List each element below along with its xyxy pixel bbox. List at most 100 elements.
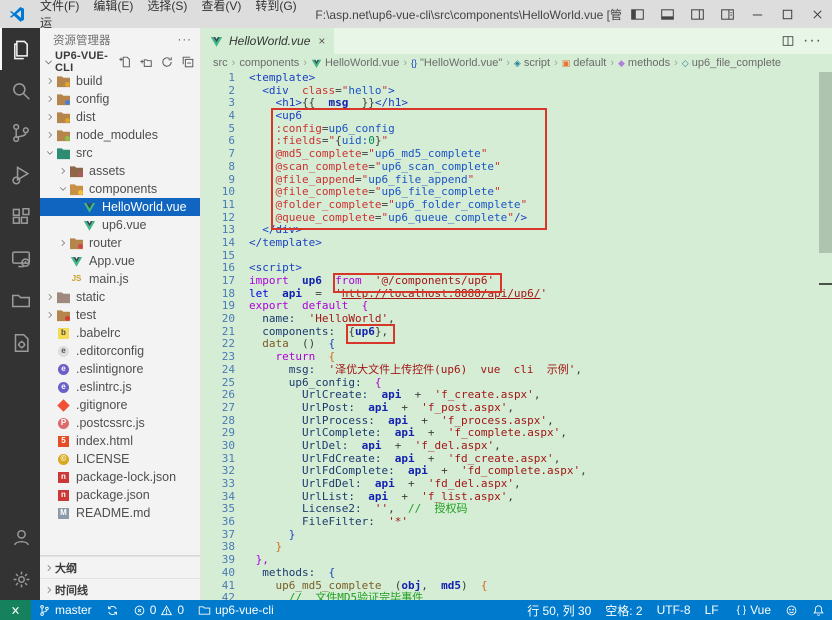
status-notifications[interactable] (805, 600, 832, 620)
tree-item-index.html[interactable]: 5index.html (40, 432, 200, 450)
breadcrumb-separator: › (232, 57, 236, 69)
chevron-right-icon (44, 310, 56, 320)
status-workspace[interactable]: up6-vue-cli (191, 600, 281, 620)
tree-item-dist[interactable]: dist (40, 108, 200, 126)
menu-item-V[interactable]: 查看(V) (194, 0, 248, 13)
breadcrumb-item-components[interactable]: components (239, 57, 299, 69)
tree-item-label: dist (76, 110, 95, 124)
breadcrumb-item-src[interactable]: src (213, 57, 228, 69)
tree-item-package-lock.json[interactable]: npackage-lock.json (40, 468, 200, 486)
workspace-section-header[interactable]: UP6-VUE-CLI (40, 52, 200, 72)
more-button[interactable]: ··· (803, 32, 822, 50)
tree-item-.gitignore[interactable]: .gitignore (40, 396, 200, 414)
layout-panel-button[interactable] (652, 0, 682, 28)
activity-search[interactable] (0, 70, 40, 112)
status-remote-indicator[interactable] (0, 600, 31, 620)
new-file-button[interactable] (117, 54, 133, 70)
split-editor-button[interactable] (781, 34, 795, 48)
tree-item-main.js[interactable]: JSmain.js (40, 270, 200, 288)
collapse-all-button[interactable] (180, 54, 196, 70)
tree-item-.postcssrc.js[interactable]: P.postcssrc.js (40, 414, 200, 432)
tree-item-.eslintrc.js[interactable]: e.eslintrc.js (40, 378, 200, 396)
status-sync[interactable] (99, 600, 126, 620)
panel-大纲[interactable]: 大纲 (40, 556, 200, 578)
tree-item-up6.vue[interactable]: up6.vue (40, 216, 200, 234)
sidebar-more-button[interactable]: ··· (178, 34, 193, 46)
tree-item-node_modules[interactable]: node_modules (40, 126, 200, 144)
status-eol[interactable]: LF (698, 600, 726, 620)
tree-item-App.vue[interactable]: App.vue (40, 252, 200, 270)
breadcrumb-item-up6_file_complete[interactable]: ◇up6_file_complete (682, 57, 781, 69)
minimize-icon (750, 7, 765, 22)
status-language-mode[interactable]: { }Vue (726, 600, 778, 620)
tree-item-LICENSE[interactable]: ©LICENSE (40, 450, 200, 468)
tree-item-build[interactable]: build (40, 72, 200, 90)
code-line-36[interactable]: 36 FileFilter: '*' (201, 516, 832, 529)
close-icon[interactable]: × (318, 34, 325, 48)
activity-folder-library[interactable] (0, 280, 40, 322)
activity-settings[interactable] (0, 558, 40, 600)
activity-run-debug[interactable] (0, 154, 40, 196)
layout-sidebar-left-button[interactable] (622, 0, 652, 28)
code-line-42[interactable]: 42 // 文件MD5验证完毕事件 (201, 592, 832, 600)
menu-item-G[interactable]: 转到(G) (248, 0, 303, 13)
tree-item-.babelrc[interactable]: b.babelrc (40, 324, 200, 342)
tab-helloworld-vue[interactable]: HelloWorld.vue × (201, 28, 334, 54)
breadcrumb-item-HelloWorldvue[interactable]: {}"HelloWorld.vue" (411, 57, 502, 69)
code-line-14[interactable]: 14</template> (201, 237, 832, 250)
layout-sidebar-right-button[interactable] (682, 0, 712, 28)
tree-item-.editorconfig[interactable]: e.editorconfig (40, 342, 200, 360)
layout-customize-button[interactable] (712, 0, 742, 28)
menu-item-E[interactable]: 编辑(E) (86, 0, 140, 13)
maximize-icon (780, 7, 795, 22)
refresh-button[interactable] (159, 54, 175, 70)
tree-item-components[interactable]: components (40, 180, 200, 198)
tree-item-label: up6.vue (102, 218, 146, 232)
tree-item-README.md[interactable]: MREADME.md (40, 504, 200, 522)
breadcrumb-item-HelloWorldvue[interactable]: HelloWorld.vue (311, 57, 399, 69)
status-encoding[interactable]: UTF-8 (650, 600, 698, 620)
tree-item-assets[interactable]: assets (40, 162, 200, 180)
status-cursor-position[interactable]: 行 50, 列 30 (520, 600, 598, 620)
tree-item-package.json[interactable]: npackage.json (40, 486, 200, 504)
tree-item-HelloWorld.vue[interactable]: HelloWorld.vue (40, 198, 200, 216)
breadcrumb-separator: › (506, 57, 510, 69)
tree-item-test[interactable]: test (40, 306, 200, 324)
panel-时间线[interactable]: 时间线 (40, 578, 200, 600)
activity-remote-explorer[interactable] (0, 238, 40, 280)
tree-item-config[interactable]: config (40, 90, 200, 108)
editor-scrollbar[interactable] (819, 72, 832, 253)
activity-source-control[interactable] (0, 112, 40, 154)
menu-item-F[interactable]: 文件(F) (33, 0, 86, 13)
minimize-button[interactable] (742, 0, 772, 28)
code-line-38[interactable]: 38 } (201, 541, 832, 554)
code-line-37[interactable]: 37 } (201, 529, 832, 542)
line-number: 42 (201, 592, 249, 600)
maximize-button[interactable] (772, 0, 802, 28)
status-feedback[interactable] (778, 600, 805, 620)
close-icon (810, 7, 825, 22)
tree-item-.eslintignore[interactable]: e.eslintignore (40, 360, 200, 378)
activity-project-settings[interactable] (0, 322, 40, 364)
chevron-right-icon (44, 130, 56, 140)
status-problems[interactable]: 00 (126, 600, 191, 620)
tree-item-router[interactable]: router (40, 234, 200, 252)
code-editor[interactable]: 1<template>2 <div class="hello">3 <h1>{{… (201, 72, 832, 600)
tree-item-src[interactable]: src (40, 144, 200, 162)
activity-account[interactable] (0, 516, 40, 558)
tree-item-static[interactable]: static (40, 288, 200, 306)
breadcrumb-item-methods[interactable]: ◆methods (618, 57, 670, 69)
tree-item-label: LICENSE (76, 452, 130, 466)
line-number: 36 (201, 516, 249, 529)
status-indentation[interactable]: 空格: 2 (598, 600, 649, 620)
new-folder-button[interactable] (138, 54, 154, 70)
status-git-branch[interactable]: master (31, 600, 99, 620)
activity-extensions[interactable] (0, 196, 40, 238)
breadcrumb-item-script[interactable]: ◈script (514, 57, 550, 69)
menu-item-S[interactable]: 选择(S) (140, 0, 194, 13)
folder-icon (56, 93, 71, 106)
activity-explorer[interactable] (0, 28, 40, 70)
breadcrumb-item-default[interactable]: ▣default (562, 57, 607, 69)
close-button[interactable] (802, 0, 832, 28)
warning-icon (160, 604, 173, 617)
